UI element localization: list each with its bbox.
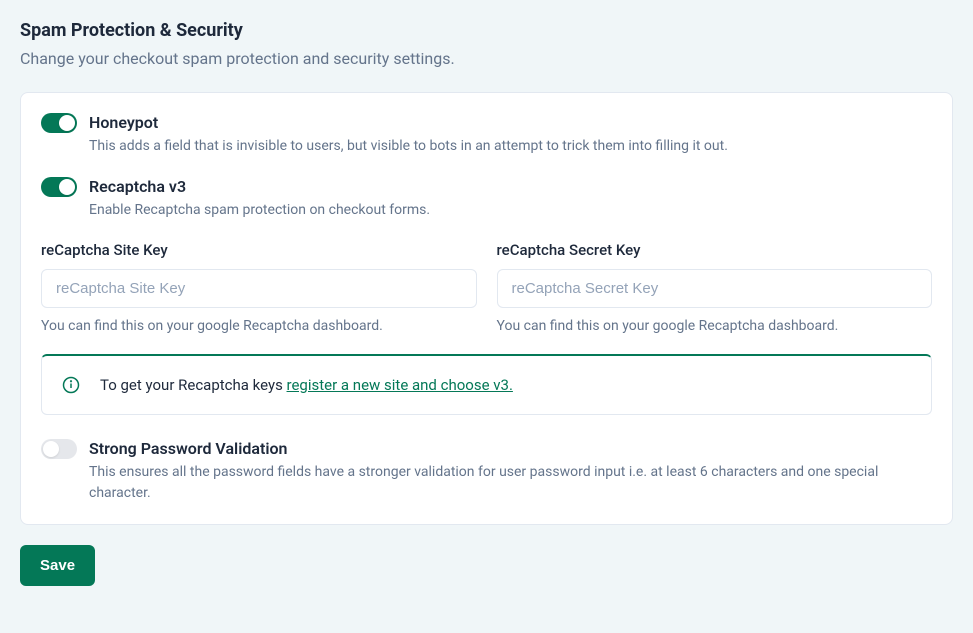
- section-subtitle: Change your checkout spam protection and…: [20, 49, 953, 68]
- honeypot-label: Honeypot: [89, 113, 932, 132]
- strong-password-content: Strong Password Validation This ensures …: [89, 439, 932, 504]
- save-button[interactable]: Save: [20, 545, 95, 586]
- honeypot-toggle[interactable]: [41, 113, 77, 133]
- secret-key-group: reCaptcha Secret Key You can find this o…: [497, 241, 933, 334]
- site-key-hint: You can find this on your google Recaptc…: [41, 318, 477, 334]
- site-key-input[interactable]: [41, 269, 477, 308]
- strong-password-row: Strong Password Validation This ensures …: [41, 439, 932, 504]
- recaptcha-label: Recaptcha v3: [89, 177, 932, 196]
- recaptcha-row: Recaptcha v3 Enable Recaptcha spam prote…: [41, 177, 932, 221]
- site-key-group: reCaptcha Site Key You can find this on …: [41, 241, 477, 334]
- settings-card: Honeypot This adds a field that is invis…: [20, 92, 953, 525]
- strong-password-label: Strong Password Validation: [89, 439, 932, 458]
- honeypot-description: This adds a field that is invisible to u…: [89, 136, 932, 157]
- info-icon: [62, 376, 80, 394]
- recaptcha-keys-row: reCaptcha Site Key You can find this on …: [41, 241, 932, 334]
- settings-section: Spam Protection & Security Change your c…: [20, 20, 953, 586]
- honeypot-content: Honeypot This adds a field that is invis…: [89, 113, 932, 157]
- alert-prefix: To get your Recaptcha keys: [100, 376, 287, 394]
- alert-text: To get your Recaptcha keys register a ne…: [100, 376, 513, 394]
- register-recaptcha-link[interactable]: register a new site and choose v3.: [287, 376, 513, 394]
- secret-key-hint: You can find this on your google Recaptc…: [497, 318, 933, 334]
- site-key-label: reCaptcha Site Key: [41, 241, 477, 259]
- strong-password-toggle[interactable]: [41, 439, 77, 459]
- strong-password-description: This ensures all the password fields hav…: [89, 462, 932, 504]
- honeypot-row: Honeypot This adds a field that is invis…: [41, 113, 932, 157]
- recaptcha-toggle[interactable]: [41, 177, 77, 197]
- recaptcha-content: Recaptcha v3 Enable Recaptcha spam prote…: [89, 177, 932, 221]
- section-title: Spam Protection & Security: [20, 20, 953, 41]
- recaptcha-description: Enable Recaptcha spam protection on chec…: [89, 200, 932, 221]
- recaptcha-alert: To get your Recaptcha keys register a ne…: [41, 354, 932, 415]
- secret-key-input[interactable]: [497, 269, 933, 308]
- secret-key-label: reCaptcha Secret Key: [497, 241, 933, 259]
